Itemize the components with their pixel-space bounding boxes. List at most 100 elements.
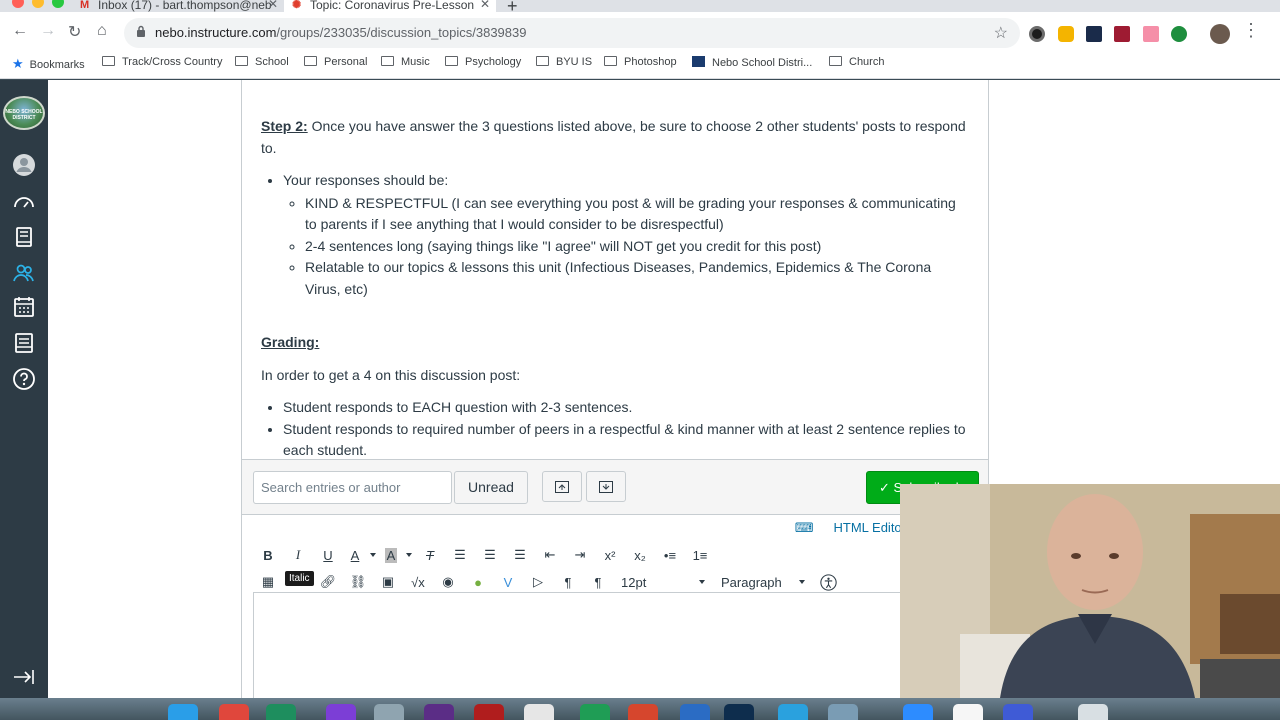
app-icon[interactable] <box>724 704 754 720</box>
trash-icon[interactable] <box>1078 704 1108 720</box>
equation-icon[interactable]: √x <box>403 570 433 594</box>
menu-icon[interactable]: ⋮ <box>1242 20 1260 41</box>
app-icon[interactable] <box>524 704 554 720</box>
ltr-icon[interactable]: ¶ <box>553 570 583 594</box>
app-icon[interactable] <box>680 704 710 720</box>
html-editor-link[interactable]: HTML Editor <box>834 520 906 535</box>
back-icon[interactable]: ← <box>12 22 28 40</box>
courses-icon[interactable] <box>12 225 36 249</box>
superscript-icon[interactable]: x² <box>595 543 625 567</box>
bullet-list-icon[interactable]: •≡ <box>655 543 685 567</box>
bookmark-item[interactable]: School <box>235 56 289 68</box>
font-size-select[interactable]: 12pt <box>613 575 713 590</box>
app-icon[interactable] <box>474 704 504 720</box>
app-icon[interactable] <box>266 704 296 720</box>
indent-icon[interactable]: ⇥ <box>565 543 595 567</box>
close-tab-icon[interactable]: ✕ <box>480 0 490 10</box>
app-icon[interactable] <box>628 704 658 720</box>
music-icon[interactable] <box>953 704 983 720</box>
keyboard-shortcuts-icon[interactable]: ⌨ <box>795 520 814 535</box>
app-icon[interactable] <box>778 704 808 720</box>
collapse-replies-button[interactable] <box>542 471 582 502</box>
numbered-list-icon[interactable]: 1≡ <box>685 543 715 567</box>
discussion-post-body: Step 2: Once you have answer the 3 quest… <box>242 80 988 459</box>
background-color-dropdown[interactable] <box>403 543 415 567</box>
extension-icon[interactable] <box>1114 26 1130 42</box>
clear-formatting-icon[interactable]: T <box>415 543 445 567</box>
district-logo[interactable]: NEBO SCHOOL DISTRICT <box>3 96 45 130</box>
italic-icon[interactable]: I <box>283 543 313 567</box>
bookmark-item[interactable]: Church <box>829 56 884 68</box>
record-media-icon[interactable]: ◉ <box>433 570 463 594</box>
subscript-icon[interactable]: x₂ <box>625 543 655 567</box>
extension-icon[interactable] <box>1143 26 1159 42</box>
align-left-icon[interactable]: ☰ <box>445 543 475 567</box>
bookmark-star-icon[interactable]: ☆ <box>994 23 1008 43</box>
expand-replies-button[interactable] <box>586 471 626 502</box>
extension-on-icon[interactable] <box>1058 26 1074 42</box>
extension-icon[interactable] <box>1029 26 1045 42</box>
bookmark-item[interactable]: ★ Bookmarks <box>12 56 85 72</box>
app-icon[interactable] <box>326 704 356 720</box>
bookmark-item[interactable]: BYU IS <box>536 56 592 68</box>
sheets-icon[interactable] <box>580 704 610 720</box>
help-icon[interactable] <box>12 367 36 391</box>
bookmark-item[interactable]: Nebo School Distri... <box>692 56 812 69</box>
app-icon[interactable] <box>424 704 454 720</box>
v-app-icon[interactable]: V <box>493 570 523 594</box>
bookmark-item[interactable]: Photoshop <box>604 56 677 68</box>
minimize-window-button[interactable] <box>32 0 44 8</box>
link-icon[interactable]: 🔗︎ <box>313 570 343 594</box>
reply-text-area[interactable] <box>253 592 988 702</box>
block-format-select[interactable]: Paragraph <box>713 575 813 590</box>
image-icon[interactable]: ▣ <box>373 570 403 594</box>
search-entries-input[interactable]: Search entries or author <box>253 471 452 504</box>
rte-top-links: ⌨ HTML Editor <box>795 520 906 536</box>
app-icon[interactable] <box>1003 704 1033 720</box>
text-color-dropdown[interactable] <box>367 543 379 567</box>
finder-icon[interactable] <box>168 704 198 720</box>
forward-icon[interactable]: → <box>40 22 56 40</box>
dashboard-icon[interactable] <box>12 191 36 215</box>
bookmark-item[interactable]: Psychology <box>445 56 521 68</box>
account-icon[interactable] <box>12 153 36 177</box>
profile-avatar[interactable] <box>1210 24 1230 44</box>
lock-icon <box>137 25 145 37</box>
text-color-icon[interactable]: A <box>343 543 367 567</box>
reload-icon[interactable]: ↻ <box>68 22 81 42</box>
app-icon[interactable] <box>374 704 404 720</box>
embed-icon[interactable]: ▷ <box>523 570 553 594</box>
background-color-icon[interactable]: A <box>379 543 403 567</box>
extension-icon[interactable] <box>1171 26 1187 42</box>
close-tab-icon[interactable]: ✕ <box>268 0 278 10</box>
underline-icon[interactable]: U <box>313 543 343 567</box>
rtl-icon[interactable]: ¶ <box>583 570 613 594</box>
tab-topic[interactable]: ✺ Topic: Coronavirus Pre-Lesson ✕ <box>284 0 496 12</box>
leaf-app-icon[interactable]: ● <box>463 570 493 594</box>
close-window-button[interactable] <box>12 0 24 8</box>
collapse-nav-icon[interactable] <box>12 665 36 689</box>
home-icon[interactable]: ⌂ <box>97 22 107 40</box>
unread-filter-button[interactable]: Unread <box>454 471 528 504</box>
align-right-icon[interactable]: ☰ <box>505 543 535 567</box>
inbox-icon[interactable] <box>12 331 36 355</box>
unlink-icon[interactable]: ⛓ <box>343 570 373 594</box>
extension-icon[interactable] <box>1086 26 1102 42</box>
tab-inbox[interactable]: M Inbox (17) - bart.thompson@neb ✕ <box>72 0 284 12</box>
table-icon[interactable]: ▦ <box>253 570 283 594</box>
align-center-icon[interactable]: ☰ <box>475 543 505 567</box>
macos-dock <box>0 698 1280 720</box>
address-bar[interactable]: nebo.instructure.com/groups/233035/discu… <box>124 18 1020 48</box>
bookmark-item[interactable]: Personal <box>304 56 367 68</box>
groups-icon[interactable] <box>12 261 36 285</box>
accessibility-checker-icon[interactable] <box>813 570 843 594</box>
calendar-icon[interactable] <box>12 295 36 319</box>
bookmark-item[interactable]: Music <box>381 56 430 68</box>
maximize-window-button[interactable] <box>52 0 64 8</box>
chrome-icon[interactable] <box>219 704 249 720</box>
app-icon[interactable] <box>828 704 858 720</box>
outdent-icon[interactable]: ⇤ <box>535 543 565 567</box>
bold-icon[interactable]: B <box>253 543 283 567</box>
zoom-icon[interactable] <box>903 704 933 720</box>
bookmark-item[interactable]: Track/Cross Country <box>102 56 222 68</box>
